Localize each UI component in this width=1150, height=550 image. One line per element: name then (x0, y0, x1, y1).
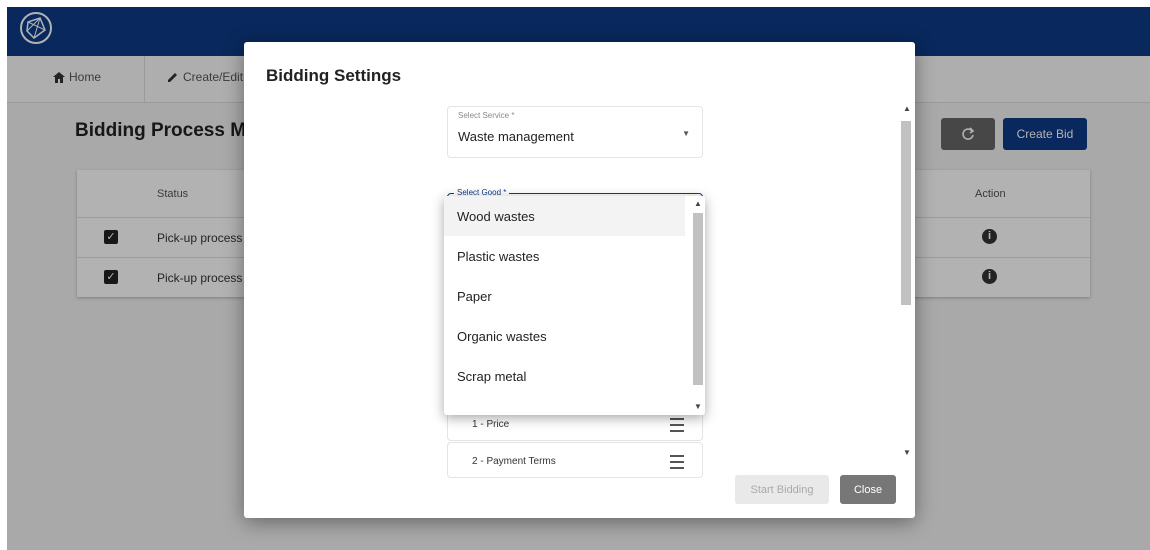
select-service-label: Select Service * (458, 111, 515, 120)
dialog-title: Bidding Settings (266, 66, 402, 85)
dialog-scrollbar[interactable]: ▲ ▼ (901, 104, 913, 464)
dropdown-option-plastic-wastes[interactable]: Plastic wastes (444, 236, 685, 276)
select-good-dropdown: Wood wastes Plastic wastes Paper Organic… (444, 196, 705, 415)
close-button[interactable]: Close (840, 475, 896, 504)
select-service-value: Waste management (458, 129, 574, 144)
dropdown-scrollbar[interactable]: ▲ ▼ (691, 196, 705, 415)
scroll-up-arrow-icon[interactable]: ▲ (903, 104, 911, 113)
scrollbar-thumb[interactable] (901, 121, 911, 305)
criteria-label: 2 - Payment Terms (472, 456, 556, 467)
dropdown-option-scrap-metal[interactable]: Scrap metal (444, 356, 685, 396)
scrollbar-thumb[interactable] (693, 213, 703, 385)
drag-handle-icon[interactable] (670, 455, 684, 469)
chevron-down-icon: ▼ (682, 129, 690, 138)
scroll-down-arrow-icon[interactable]: ▼ (694, 402, 702, 411)
dropdown-option-paper[interactable]: Paper (444, 276, 685, 316)
scroll-down-arrow-icon[interactable]: ▼ (903, 448, 911, 457)
app-frame: Home Create/Edit Bidding Process Ma Crea… (7, 7, 1150, 550)
dropdown-option-organic-wastes[interactable]: Organic wastes (444, 316, 685, 356)
select-service-field[interactable]: Select Service * Waste management ▼ (447, 106, 703, 158)
start-bidding-button[interactable]: Start Bidding (735, 475, 829, 504)
scroll-up-arrow-icon[interactable]: ▲ (694, 199, 702, 208)
dropdown-option-wood-wastes[interactable]: Wood wastes (444, 196, 685, 236)
criteria-label: 1 - Price (472, 419, 510, 430)
drag-handle-icon[interactable] (670, 418, 684, 432)
criteria-item[interactable]: 2 - Payment Terms (447, 442, 703, 478)
